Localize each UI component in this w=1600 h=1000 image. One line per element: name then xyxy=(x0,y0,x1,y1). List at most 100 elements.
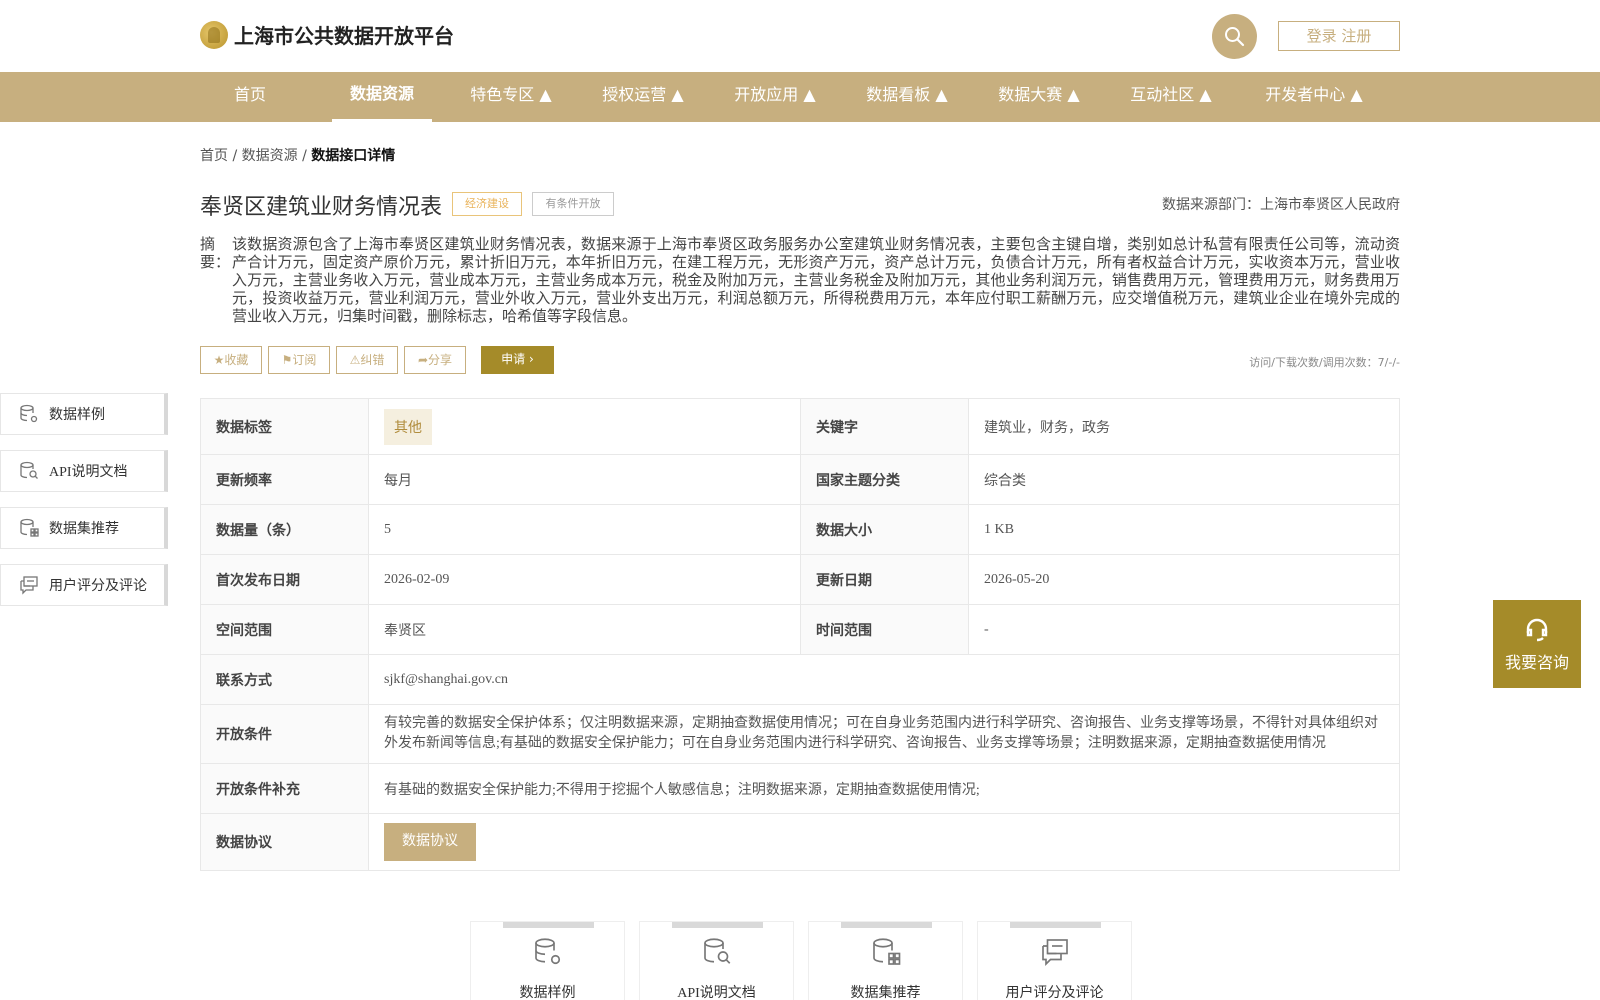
open-supplement-value: 有基础的数据安全保护能力;不得用于挖掘个人敏感信息；注明数据来源，定期抽查数据使… xyxy=(368,763,1400,814)
abstract-label: 摘要： xyxy=(200,237,231,271)
sidebar-item-reviews[interactable]: 用户评分及评论 xyxy=(0,564,168,606)
bottom-tab-data-sample[interactable]: 数据样例 xyxy=(470,921,625,1000)
table-row: 数据标签 其他 关键字 建筑业，财务，政务 xyxy=(200,398,1400,455)
data-tag-pill[interactable]: 其他 xyxy=(384,408,432,445)
tab-indicator xyxy=(672,922,763,928)
search-button[interactable] xyxy=(1212,14,1257,59)
keywords-label: 关键字 xyxy=(800,398,969,455)
nav-item-authorized-ops[interactable]: 授权运营 ▲ xyxy=(598,72,688,122)
frequency-label: 更新频率 xyxy=(200,454,369,505)
count-value: 5 xyxy=(368,504,801,555)
table-row: 更新频率 每月 国家主题分类 综合类 xyxy=(200,454,1400,505)
star-icon: ★ xyxy=(213,353,225,367)
size-value: 1 KB xyxy=(968,504,1400,555)
breadcrumb-separator: / xyxy=(232,148,238,164)
nav-item-data-contest[interactable]: 数据大赛 ▲ xyxy=(994,72,1084,122)
table-row: 联系方式 sjkf@shanghai.gov.cn xyxy=(200,654,1400,705)
count-label: 数据量（条） xyxy=(200,504,369,555)
consult-button[interactable]: 我要咨询 xyxy=(1493,600,1581,688)
breadcrumb-section[interactable]: 数据资源 xyxy=(242,148,298,164)
data-tag-label: 数据标签 xyxy=(200,398,369,455)
favorite-button[interactable]: ★收藏 xyxy=(200,346,262,374)
size-label: 数据大小 xyxy=(800,504,969,555)
subscribe-label: 订阅 xyxy=(292,353,317,367)
apply-button[interactable]: 申请 › xyxy=(481,346,554,374)
bottom-tab-label: 数据集推荐 xyxy=(850,986,921,1000)
nav-item-community[interactable]: 互动社区 ▲ xyxy=(1126,72,1216,122)
open-supplement-label: 开放条件补充 xyxy=(200,763,369,814)
sidebar-item-label: 数据样例 xyxy=(49,408,105,423)
frequency-value: 每月 xyxy=(368,454,801,505)
login-register-button[interactable]: 登录 注册 xyxy=(1278,21,1400,51)
page-title: 奉贤区建筑业财务情况表 xyxy=(200,195,443,220)
database-grid-icon xyxy=(20,518,39,537)
breadcrumb: 首页 / 数据资源 / 数据接口详情 xyxy=(200,145,395,165)
report-label: 纠错 xyxy=(360,353,385,367)
comment-icon xyxy=(1041,939,1068,966)
chevron-right-icon: › xyxy=(529,352,534,366)
consult-label: 我要咨询 xyxy=(1504,655,1569,672)
source-department: 数据来源部门：上海市奉贤区人民政府 xyxy=(1162,197,1400,213)
report-error-button[interactable]: ⚠纠错 xyxy=(336,346,398,374)
site-logo[interactable]: 上海市公共数据开放平台 xyxy=(200,20,454,49)
bottom-tab-api-docs[interactable]: API说明文档 xyxy=(639,921,794,1000)
sidebar-item-api-docs[interactable]: API说明文档 xyxy=(0,450,168,492)
document-search-icon xyxy=(703,938,730,964)
nav-item-home[interactable]: 首页 xyxy=(222,72,278,122)
visit-counts: 访问/下载次数/调用次数：7/-/- xyxy=(1249,356,1400,369)
space-value: 奉贤区 xyxy=(368,604,801,655)
database-settings-icon xyxy=(534,938,560,965)
theme-value: 综合类 xyxy=(968,454,1400,505)
comment-icon xyxy=(20,576,38,595)
site-title: 上海市公共数据开放平台 xyxy=(234,24,454,48)
update-value: 2026-05-20 xyxy=(968,554,1400,605)
table-row: 空间范围 奉贤区 时间范围 - xyxy=(200,604,1400,655)
share-button[interactable]: ➦分享 xyxy=(404,346,466,374)
sidebar-item-label: API说明文档 xyxy=(49,465,128,480)
sidebar-item-data-sample[interactable]: 数据样例 xyxy=(0,393,168,435)
bottom-tab-dataset-recommend[interactable]: 数据集推荐 xyxy=(808,921,963,1000)
table-row: 首次发布日期 2026-02-09 更新日期 2026-05-20 xyxy=(200,554,1400,605)
search-icon xyxy=(1225,27,1245,47)
database-grid-icon xyxy=(872,938,900,965)
contact-label: 联系方式 xyxy=(200,654,369,705)
contact-value: sjkf@shanghai.gov.cn xyxy=(368,654,1400,705)
first-pub-label: 首次发布日期 xyxy=(200,554,369,605)
document-search-icon xyxy=(20,461,38,479)
update-label: 更新日期 xyxy=(800,554,969,605)
protocol-label: 数据协议 xyxy=(200,813,369,871)
tab-indicator xyxy=(503,922,594,928)
nav-item-open-apps[interactable]: 开放应用 ▲ xyxy=(730,72,820,122)
favorite-label: 收藏 xyxy=(224,353,249,367)
breadcrumb-home[interactable]: 首页 xyxy=(200,148,228,164)
subscribe-button[interactable]: ⚑订阅 xyxy=(268,346,330,374)
open-condition-label: 开放条件 xyxy=(200,704,369,764)
data-protocol-button[interactable]: 数据协议 xyxy=(384,823,476,861)
theme-label: 国家主题分类 xyxy=(800,454,969,505)
first-pub-value: 2026-02-09 xyxy=(368,554,801,605)
time-value: - xyxy=(968,604,1400,655)
nav-item-special-zones[interactable]: 特色专区 ▲ xyxy=(466,72,556,122)
table-row: 开放条件补充 有基础的数据安全保护能力;不得用于挖掘个人敏感信息；注明数据来源，… xyxy=(200,763,1400,814)
warning-icon: ⚠ xyxy=(349,353,361,367)
category-badge: 经济建设 xyxy=(452,192,522,216)
nav-item-data-resources[interactable]: 数据资源 xyxy=(332,72,432,122)
open-type-badge: 有条件开放 xyxy=(532,192,614,216)
bottom-tab-label: 数据样例 xyxy=(519,986,576,1000)
sidebar-item-label: 用户评分及评论 xyxy=(49,579,147,594)
space-label: 空间范围 xyxy=(200,604,369,655)
bottom-tab-reviews[interactable]: 用户评分及评论 xyxy=(977,921,1132,1000)
bottom-tab-label: API说明文档 xyxy=(677,986,756,1000)
open-condition-value: 有较完善的数据安全保护体系；仅注明数据来源，定期抽查数据使用情况；可在自身业务范… xyxy=(368,704,1400,764)
data-tag-cell: 其他 xyxy=(368,398,801,455)
nav-item-data-dashboard[interactable]: 数据看板 ▲ xyxy=(862,72,952,122)
sidebar-item-dataset-recommend[interactable]: 数据集推荐 xyxy=(0,507,168,549)
tab-indicator xyxy=(841,922,932,928)
table-row: 开放条件 有较完善的数据安全保护体系；仅注明数据来源，定期抽查数据使用情况；可在… xyxy=(200,704,1400,764)
bottom-tab-label: 用户评分及评论 xyxy=(1005,986,1104,1000)
time-label: 时间范围 xyxy=(800,604,969,655)
table-row: 数据量（条） 5 数据大小 1 KB xyxy=(200,504,1400,555)
main-nav: 首页 数据资源 特色专区 ▲ 授权运营 ▲ 开放应用 ▲ 数据看板 ▲ 数据大赛… xyxy=(0,72,1600,122)
apply-label: 申请 xyxy=(501,352,526,366)
nav-item-developer-center[interactable]: 开发者中心 ▲ xyxy=(1260,72,1368,122)
